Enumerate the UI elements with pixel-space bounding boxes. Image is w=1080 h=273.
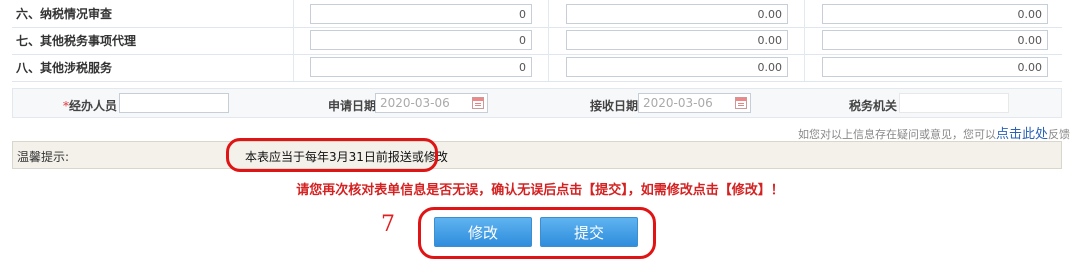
receive-date-label: 接收日期 xyxy=(590,99,639,113)
amount-input[interactable]: 0 xyxy=(310,4,532,24)
table-row: 八、其他涉税服务 0 0.00 0.00 xyxy=(12,54,1062,82)
tip-label: 温馨提示: xyxy=(17,150,70,164)
amount-input[interactable]: 0.00 xyxy=(566,57,788,77)
apply-date-input[interactable]: 2020-03-06 xyxy=(375,93,488,113)
amount-input[interactable]: 0 xyxy=(310,30,532,50)
apply-date-value: 2020-03-06 xyxy=(380,96,450,110)
calendar-icon[interactable] xyxy=(735,97,747,109)
receive-date-value: 2020-03-06 xyxy=(643,96,713,110)
confirm-warning: 请您再次核对表单信息是否无误，确认无误后点击【提交】，如需修改点击【修改】！ xyxy=(296,183,784,198)
amount-input[interactable]: 0 xyxy=(310,57,532,77)
column-divider xyxy=(548,0,549,81)
handler-input[interactable] xyxy=(119,93,229,113)
highlight-oval xyxy=(226,138,438,172)
handler-label: *经办人员 xyxy=(63,99,118,113)
apply-date-label: 申请日期 xyxy=(328,99,377,113)
calendar-icon[interactable] xyxy=(472,97,484,109)
amount-input[interactable]: 0.00 xyxy=(822,4,1048,24)
amount-input[interactable]: 0.00 xyxy=(566,30,788,50)
tax-office-field xyxy=(899,93,1009,113)
receive-date-input[interactable]: 2020-03-06 xyxy=(638,93,751,113)
table-row: 六、纳税情况审查 0 0.00 0.00 xyxy=(12,0,1062,28)
highlight-oval xyxy=(418,207,656,259)
row-label: 八、其他涉税服务 xyxy=(16,61,113,75)
column-divider xyxy=(804,0,805,81)
table-row: 七、其他税务事项代理 0 0.00 0.00 xyxy=(12,27,1062,55)
feedback-link[interactable]: 点击此处 xyxy=(996,127,1048,142)
column-divider xyxy=(293,0,294,81)
tip-bar: 温馨提示: 本表应当于每年3月31日前报送或修改 xyxy=(12,141,1062,169)
amount-input[interactable]: 0.00 xyxy=(822,30,1048,50)
amount-input[interactable]: 0.00 xyxy=(566,4,788,24)
feedback-note: 如您对以上信息存在疑问或意见，您可以点击此处反馈 xyxy=(797,127,1070,142)
step-number: 7 xyxy=(381,212,395,237)
info-row: *经办人员 申请日期 2020-03-06 接收日期 2020-03-06 税务… xyxy=(12,88,1062,118)
row-label: 七、其他税务事项代理 xyxy=(16,34,137,48)
tax-office-label: 税务机关 xyxy=(849,99,898,113)
row-label: 六、纳税情况审查 xyxy=(16,7,113,21)
amount-input[interactable]: 0.00 xyxy=(822,57,1048,77)
